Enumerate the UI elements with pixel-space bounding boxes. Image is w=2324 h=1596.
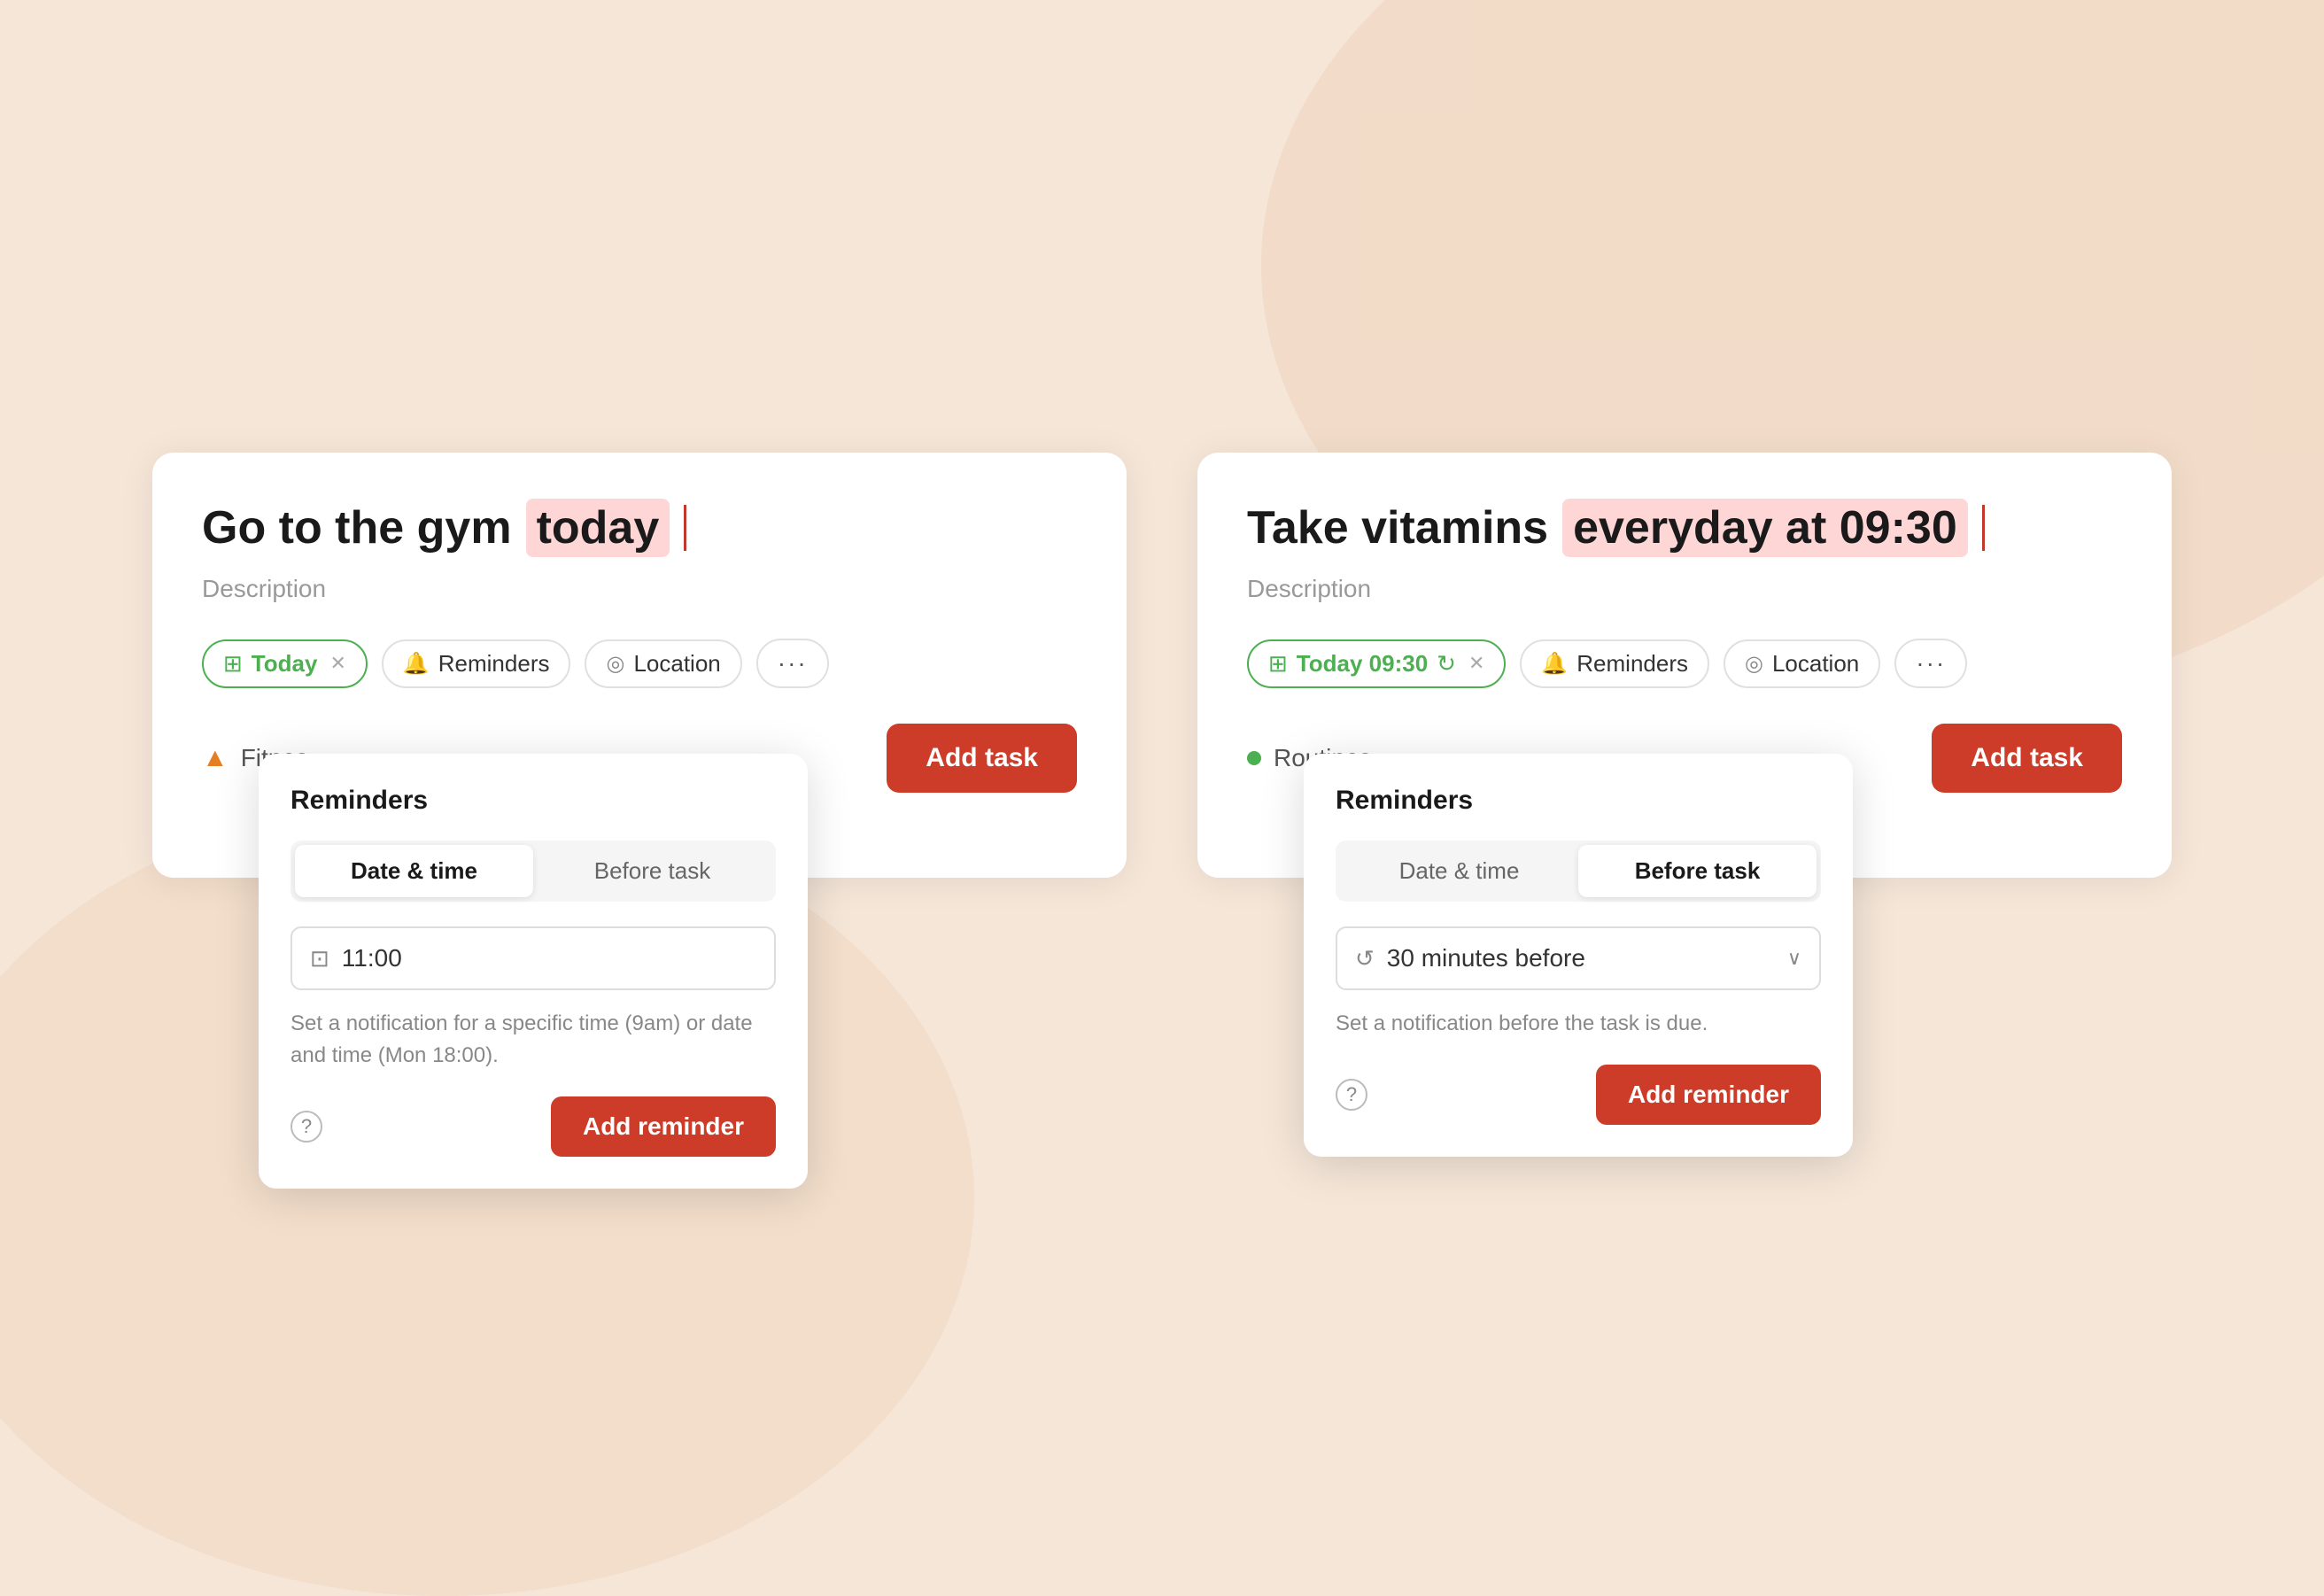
tag-location-vitamins[interactable]: ◎ Location bbox=[1724, 639, 1880, 688]
tag-date-label-gym: Today bbox=[252, 650, 318, 678]
popover-title-gym: Reminders bbox=[290, 786, 776, 816]
tag-location-gym[interactable]: ◎ Location bbox=[585, 639, 741, 688]
tag-more-vitamins[interactable]: ··· bbox=[1894, 639, 1967, 688]
popover-hint-vitamins: Set a notification before the task is du… bbox=[1336, 1008, 1821, 1040]
add-task-button-gym[interactable]: Add task bbox=[887, 724, 1077, 793]
popover-reminders-gym: Reminders Date & time Before task ⊡ Set … bbox=[259, 754, 808, 1189]
person-icon-gym: ▲ bbox=[202, 743, 229, 773]
title-highlight-gym: today bbox=[526, 499, 670, 557]
card-gym-description: Description bbox=[202, 575, 1077, 603]
time-input-wrap-gym: ⊡ bbox=[290, 926, 776, 990]
popover-title-vitamins: Reminders bbox=[1336, 786, 1821, 816]
help-icon-gym[interactable]: ? bbox=[290, 1111, 322, 1143]
toggle-tabs-vitamins: Date & time Before task bbox=[1336, 841, 1821, 902]
calendar-icon-gym: ⊞ bbox=[223, 650, 243, 678]
time-input-gym[interactable] bbox=[342, 944, 756, 972]
card-vitamins-description: Description bbox=[1247, 575, 2122, 603]
card-gym-title: Go to the gym today bbox=[202, 499, 1077, 557]
toggle-tabs-gym: Date & time Before task bbox=[290, 841, 776, 902]
tag-row-gym: ⊞ Today ✕ 🔔 Reminders ◎ Location ··· bbox=[202, 639, 1077, 688]
dot-icon-vitamins bbox=[1247, 751, 1261, 765]
tab-date-time-vitamins[interactable]: Date & time bbox=[1340, 845, 1578, 897]
tag-date-close-gym[interactable]: ✕ bbox=[329, 652, 345, 675]
repeat-icon-vitamins: ↻ bbox=[1437, 650, 1456, 678]
tag-date-close-vitamins[interactable]: ✕ bbox=[1468, 652, 1484, 675]
tag-date-vitamins[interactable]: ⊞ Today 09:30 ↻ ✕ bbox=[1247, 639, 1506, 688]
add-reminder-button-gym[interactable]: Add reminder bbox=[551, 1096, 776, 1157]
calendar-icon-vitamins: ⊞ bbox=[1268, 650, 1288, 678]
before-task-label-vitamins: 30 minutes before bbox=[1387, 944, 1775, 972]
tag-reminders-gym[interactable]: 🔔 Reminders bbox=[382, 639, 571, 688]
location-icon-gym: ◎ bbox=[606, 651, 624, 677]
chevron-down-icon-vitamins: ∨ bbox=[1787, 947, 1801, 970]
tab-date-time-gym[interactable]: Date & time bbox=[295, 845, 533, 897]
tab-before-task-vitamins[interactable]: Before task bbox=[1578, 845, 1817, 897]
alarm-icon-vitamins: 🔔 bbox=[1541, 651, 1568, 677]
clock-input-icon-gym: ⊡ bbox=[310, 945, 329, 972]
add-reminder-button-vitamins[interactable]: Add reminder bbox=[1596, 1065, 1821, 1125]
card-gym: Go to the gym today Description ⊞ Today … bbox=[152, 453, 1127, 878]
tag-date-label-vitamins: Today 09:30 bbox=[1297, 650, 1428, 678]
title-cursor-gym bbox=[684, 505, 686, 551]
popover-footer-vitamins: ? Add reminder bbox=[1336, 1065, 1821, 1125]
add-task-button-vitamins[interactable]: Add task bbox=[1932, 724, 2122, 793]
tag-more-gym[interactable]: ··· bbox=[756, 639, 829, 688]
tab-before-task-gym[interactable]: Before task bbox=[533, 845, 771, 897]
tag-reminders-vitamins[interactable]: 🔔 Reminders bbox=[1520, 639, 1709, 688]
tag-location-label-vitamins: Location bbox=[1772, 650, 1859, 678]
page-container: Go to the gym today Description ⊞ Today … bbox=[0, 0, 2324, 1330]
popover-hint-gym: Set a notification for a specific time (… bbox=[290, 1008, 776, 1072]
tag-location-label-gym: Location bbox=[633, 650, 720, 678]
title-cursor-vitamins bbox=[1982, 505, 1985, 551]
help-icon-vitamins[interactable]: ? bbox=[1336, 1079, 1367, 1111]
tag-reminders-label-gym: Reminders bbox=[438, 650, 550, 678]
title-highlight-vitamins: everyday at 09:30 bbox=[1562, 499, 1968, 557]
tag-reminders-label-vitamins: Reminders bbox=[1576, 650, 1688, 678]
card-vitamins: Take vitamins everyday at 09:30 Descript… bbox=[1197, 453, 2172, 878]
popover-footer-gym: ? Add reminder bbox=[290, 1096, 776, 1157]
tag-row-vitamins: ⊞ Today 09:30 ↻ ✕ 🔔 Reminders ◎ Location… bbox=[1247, 639, 2122, 688]
title-prefix-vitamins: Take vitamins bbox=[1247, 500, 1548, 555]
before-task-select-vitamins[interactable]: ↺ 30 minutes before ∨ bbox=[1336, 926, 1821, 990]
popover-reminders-vitamins: Reminders Date & time Before task ↺ 30 m… bbox=[1304, 754, 1853, 1157]
alarm-icon-gym: 🔔 bbox=[403, 651, 430, 677]
location-icon-vitamins: ◎ bbox=[1745, 651, 1763, 677]
clock-icon-vitamins: ↺ bbox=[1355, 945, 1375, 972]
tag-date-gym[interactable]: ⊞ Today ✕ bbox=[202, 639, 368, 688]
title-prefix-gym: Go to the gym bbox=[202, 500, 512, 555]
card-vitamins-title: Take vitamins everyday at 09:30 bbox=[1247, 499, 2122, 557]
